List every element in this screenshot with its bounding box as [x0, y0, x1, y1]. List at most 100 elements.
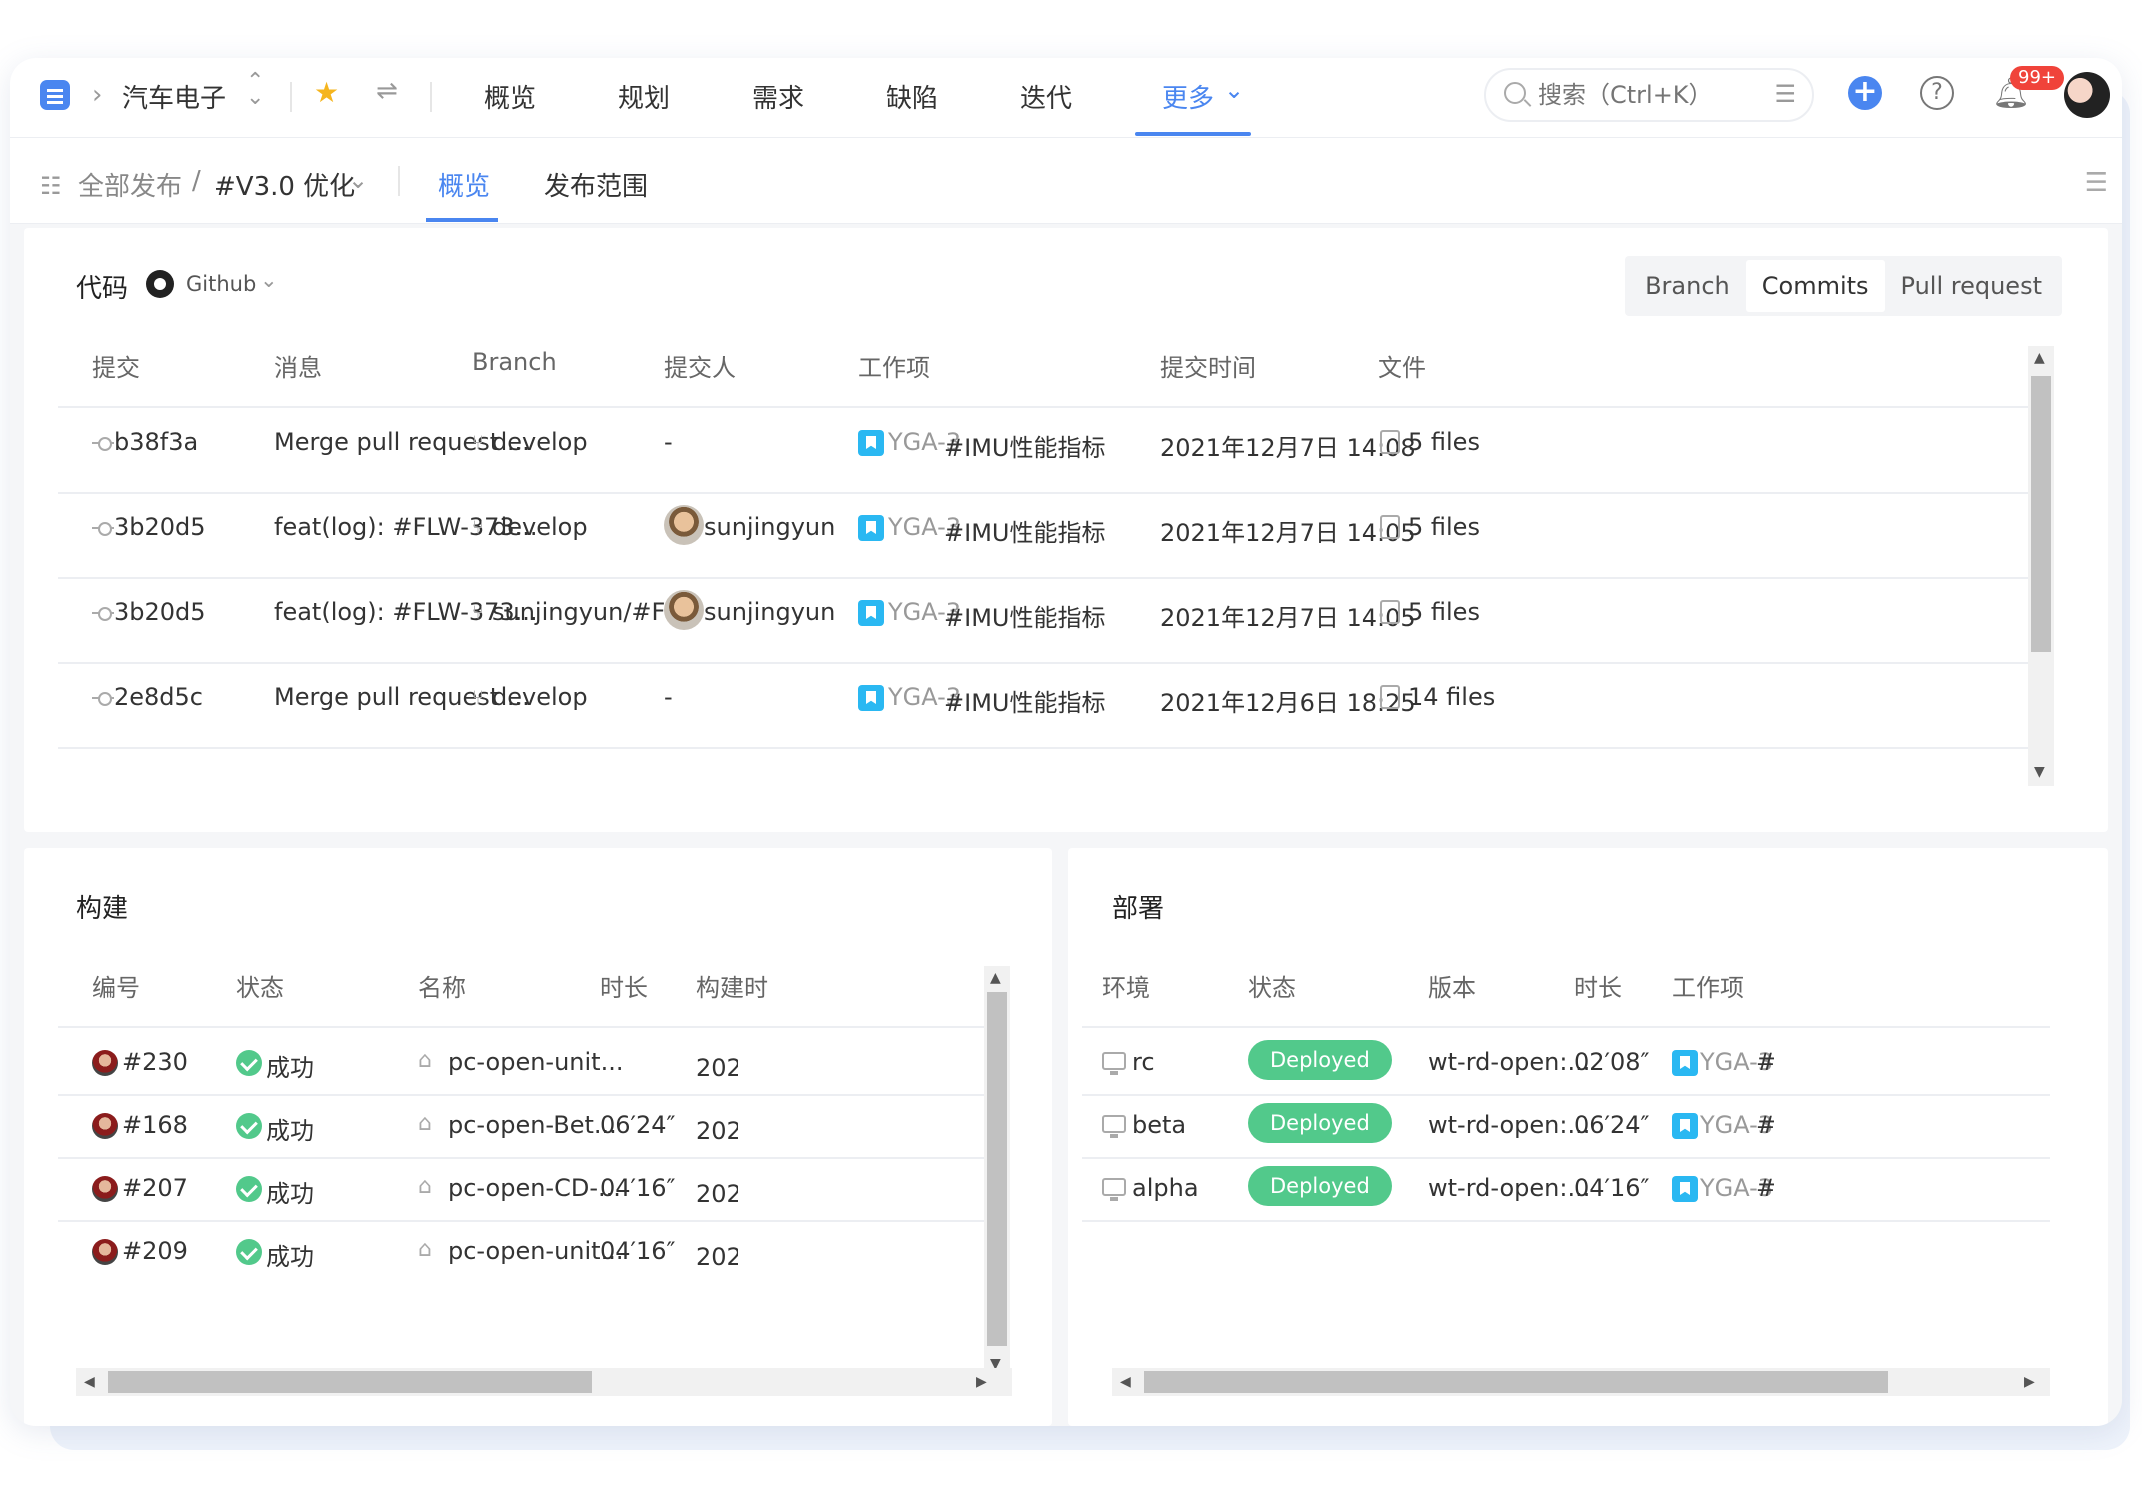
build-number[interactable]: #207	[122, 1174, 188, 1202]
environment-name[interactable]: beta	[1132, 1111, 1186, 1139]
commit-hash[interactable]: 3b20d5	[114, 598, 206, 626]
branch-name[interactable]: develop	[492, 428, 588, 456]
deploy-duration: 04′16″	[1574, 1174, 1650, 1202]
scroll-thumb[interactable]	[1144, 1371, 1888, 1393]
work-item-title[interactable]: #I	[1756, 1111, 1774, 1139]
nav-item[interactable]: 迭代	[1020, 78, 1072, 115]
nav-item[interactable]: 缺陷	[886, 78, 938, 115]
settings-sliders-icon[interactable]: ⇌	[376, 76, 398, 106]
deploy-version[interactable]: wt-rd-open:...	[1428, 1048, 1590, 1076]
scroll-thumb[interactable]	[987, 992, 1007, 1346]
column-header: 文件	[1378, 354, 1426, 382]
nav-item[interactable]: 更多	[1162, 78, 1214, 115]
build-number[interactable]: #230	[122, 1048, 188, 1076]
commit-icon	[92, 692, 114, 706]
project-name[interactable]: 汽车电子	[122, 78, 226, 115]
file-count[interactable]: 5 files	[1408, 598, 1480, 626]
build-card: 构建 编号 状态 名称 时长 构建时 #230 成功 ⌂ pc-open-unit... 2021…	[24, 848, 1052, 1426]
work-item-icon	[1672, 1113, 1698, 1139]
success-icon	[236, 1113, 262, 1139]
work-item-title[interactable]: #I	[1756, 1174, 1774, 1202]
build-time: 2021年	[696, 1054, 738, 1082]
branch-name[interactable]: develop	[492, 683, 588, 711]
nav-item[interactable]: 规划	[618, 78, 670, 115]
star-icon[interactable]: ★	[314, 76, 339, 109]
segment-pull-request[interactable]: Pull request	[1885, 260, 2058, 312]
scroll-right-icon[interactable]: ▶	[2024, 1374, 2035, 1390]
build-number[interactable]: #209	[122, 1237, 188, 1265]
breadcrumb-all-releases[interactable]: 全部发布	[78, 166, 182, 203]
deploy-version[interactable]: wt-rd-open:...	[1428, 1111, 1590, 1139]
row-divider	[58, 662, 2028, 664]
success-icon	[236, 1050, 262, 1076]
file-count[interactable]: 14 files	[1408, 683, 1495, 711]
divider	[290, 82, 292, 112]
build-table-hscrollbar[interactable]: ◀ ▶	[76, 1368, 1012, 1396]
build-name[interactable]: pc-open-Bet...	[448, 1111, 617, 1139]
code-card: 代码 Github ⌄ Branch Commits Pull request …	[24, 228, 2108, 832]
sub-nav: ☷ 全部发布 / #V3.0 优化 ⌄ 概览 发布范围 ☰	[10, 138, 2122, 224]
search-box[interactable]: ☰	[1484, 68, 1814, 122]
work-item-icon	[858, 685, 884, 711]
scroll-up-icon[interactable]: ▲	[2034, 350, 2045, 366]
chevron-down-icon[interactable]: ⌄	[260, 268, 278, 292]
segment-commits[interactable]: Commits	[1745, 260, 1885, 312]
work-item-title[interactable]: #IMU性能指标	[944, 683, 1105, 718]
switch-project-icon[interactable]: ⌃ ⌄	[246, 71, 264, 109]
row-divider	[1082, 1220, 2050, 1222]
nav-item[interactable]: 概览	[484, 78, 536, 115]
branch-icon: ⑂	[472, 515, 484, 539]
build-name[interactable]: pc-open-unit...	[448, 1048, 623, 1076]
scroll-right-icon[interactable]: ▶	[976, 1374, 987, 1390]
file-count[interactable]: 5 files	[1408, 428, 1480, 456]
branch-name[interactable]: develop	[492, 513, 588, 541]
chevron-down-icon[interactable]: ⌄	[1224, 76, 1244, 104]
project-icon[interactable]	[40, 80, 70, 110]
deploy-version[interactable]: wt-rd-open:...	[1428, 1174, 1590, 1202]
work-item-title[interactable]: #I	[1756, 1048, 1774, 1076]
work-item-title[interactable]: #IMU性能指标	[944, 513, 1105, 548]
deploy-table-hscrollbar[interactable]: ◀ ▶	[1112, 1368, 2050, 1396]
commit-time: 2021年12月7日 14:05	[1160, 519, 1416, 547]
scroll-down-icon[interactable]: ▼	[2034, 764, 2045, 780]
scroll-left-icon[interactable]: ◀	[1120, 1374, 1131, 1390]
code-table-scrollbar[interactable]: ▲ ▼	[2028, 346, 2054, 786]
build-duration: 04′16″	[600, 1237, 676, 1265]
build-name[interactable]: pc-open-unit...	[448, 1237, 623, 1265]
scroll-up-icon[interactable]: ▲	[990, 970, 1001, 986]
segment-branch[interactable]: Branch	[1629, 260, 1746, 312]
divider	[398, 166, 400, 196]
work-item-title[interactable]: #IMU性能指标	[944, 598, 1105, 633]
nav-item[interactable]: 需求	[752, 78, 804, 115]
tab-release-scope[interactable]: 发布范围	[544, 166, 648, 203]
scroll-thumb[interactable]	[2031, 376, 2051, 652]
build-name[interactable]: pc-open-CD-...	[448, 1174, 621, 1202]
tab-overview[interactable]: 概览	[438, 166, 490, 203]
file-count[interactable]: 5 files	[1408, 513, 1480, 541]
commit-hash[interactable]: b38f3a	[114, 428, 198, 456]
help-icon[interactable]: ?	[1920, 76, 1954, 110]
build-table-vscrollbar[interactable]: ▲ ▼	[984, 966, 1010, 1378]
scroll-left-icon[interactable]: ◀	[84, 1374, 95, 1390]
filter-icon[interactable]: ☰	[1774, 80, 1796, 108]
breadcrumb-current[interactable]: #V3.0 优化	[214, 166, 355, 203]
environment-name[interactable]: alpha	[1132, 1174, 1199, 1202]
chevron-right-icon: ›	[92, 80, 103, 110]
add-button[interactable]: +	[1848, 76, 1882, 110]
list-icon[interactable]: ☰	[2085, 168, 2108, 198]
commit-time: 2021年12月7日 14:05	[1160, 604, 1416, 632]
build-number[interactable]: #168	[122, 1111, 188, 1139]
environment-name[interactable]: rc	[1132, 1048, 1155, 1076]
work-item-title[interactable]: #IMU性能指标	[944, 428, 1105, 463]
column-header: 编号	[92, 974, 140, 1002]
commit-hash[interactable]: 2e8d5c	[114, 683, 203, 711]
build-status: 成功	[266, 1054, 314, 1082]
commit-hash[interactable]: 3b20d5	[114, 513, 206, 541]
search-input[interactable]	[1538, 78, 1758, 112]
scroll-thumb[interactable]	[108, 1371, 592, 1393]
chevron-down-icon[interactable]: ⌄	[348, 166, 368, 194]
grid-icon[interactable]: ☷	[40, 172, 62, 200]
provider-label[interactable]: Github	[186, 272, 256, 296]
column-header: 状态	[1248, 974, 1296, 1002]
user-avatar[interactable]	[2064, 72, 2110, 118]
